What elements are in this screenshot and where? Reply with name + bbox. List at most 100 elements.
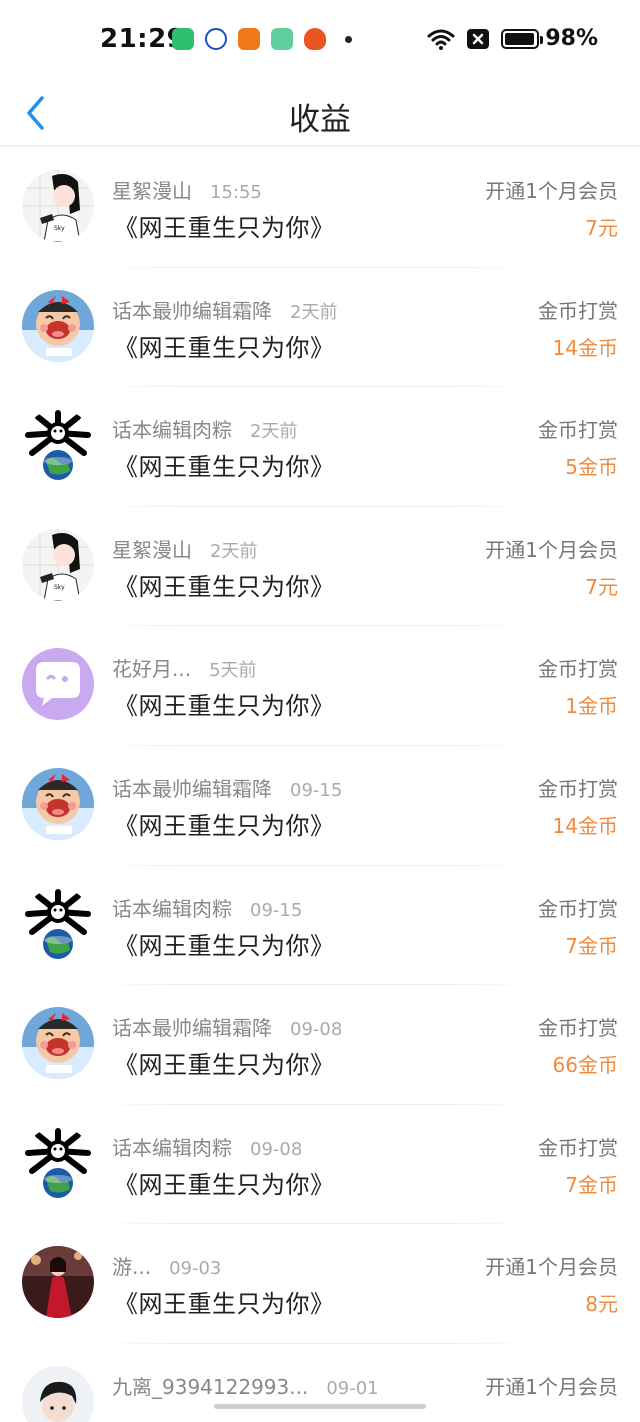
user-name[interactable]: 话本最帅编辑霜降: [112, 1012, 272, 1041]
pumpkin-app-icon: [304, 28, 326, 50]
list-item[interactable]: 游... 09-03 《网王重生只为你》 开通1个月会员 8元: [0, 1224, 640, 1344]
avatar[interactable]: Sky: [22, 528, 94, 601]
user-info: 游... 09-03: [112, 1251, 221, 1280]
user-name[interactable]: 话本最帅编辑霜降: [112, 295, 272, 324]
avatar[interactable]: [22, 1126, 94, 1199]
earning-amount: 66金币: [552, 1053, 618, 1078]
earning-type: 开通1个月会员: [485, 1255, 618, 1280]
avatar[interactable]: [22, 648, 94, 721]
avatar[interactable]: [22, 1246, 94, 1319]
earning-type: 开通1个月会员: [485, 179, 618, 203]
app-store-icon: [172, 28, 194, 50]
list-item[interactable]: 话本最帅编辑霜降 09-15 《网王重生只为你》 金币打赏 14金币: [0, 746, 640, 866]
earning-type: 金币打赏: [538, 657, 618, 682]
battery-percent: 98%: [545, 26, 598, 51]
earning-amount: 14金币: [552, 335, 618, 360]
book-title: 《网王重生只为你》: [114, 931, 335, 960]
record-time: 5天前: [209, 660, 257, 682]
book-title: 《网王重生只为你》: [114, 811, 335, 840]
avatar[interactable]: [22, 289, 94, 362]
list-item[interactable]: 话本编辑肉粽 09-15 《网王重生只为你》 金币打赏 7金币: [0, 866, 640, 986]
user-info: 话本编辑肉粽 09-08: [112, 1132, 302, 1161]
user-info: 话本最帅编辑霜降 09-15: [112, 773, 342, 802]
user-name[interactable]: 话本编辑肉粽: [112, 1132, 232, 1161]
user-name[interactable]: 星絮漫山: [112, 534, 192, 563]
user-name[interactable]: 花好月...: [112, 653, 191, 682]
record-time: 09-08: [250, 1138, 303, 1160]
book-title: 《网王重生只为你》: [114, 572, 335, 601]
earnings-list: Sky 星絮漫山 15:55 《网王重生只为你》 开通1个月会员 7元 话本最帅编辑霜降 2天…: [0, 148, 640, 1422]
system-indicators: 98%: [427, 26, 598, 51]
user-info: 话本编辑肉粽 2天前: [112, 414, 297, 443]
home-indicator[interactable]: [214, 1404, 426, 1409]
earning-type: 金币打赏: [538, 298, 618, 323]
earning-amount: 7金币: [565, 1172, 618, 1197]
record-time: 2天前: [210, 540, 258, 562]
avatar[interactable]: Sky: [22, 170, 94, 242]
user-info: 话本编辑肉粽 09-15: [112, 893, 302, 922]
record-time: 09-15: [290, 779, 343, 801]
record-time: 2天前: [290, 301, 338, 323]
book-title: 《网王重生只为你》: [114, 692, 335, 721]
user-name[interactable]: 话本编辑肉粽: [112, 893, 232, 922]
book-title: 《网王重生只为你》: [114, 333, 335, 362]
avatar[interactable]: [22, 409, 94, 482]
header-bar: 收益: [0, 80, 640, 146]
svg-text:Sky: Sky: [54, 584, 65, 591]
user-name[interactable]: 游...: [112, 1251, 151, 1280]
user-info: 星絮漫山 15:55: [112, 175, 262, 204]
list-item[interactable]: 话本编辑肉粽 2天前《网王重生只为你》 金币打赏 5金币: [0, 387, 640, 507]
avatar[interactable]: [22, 887, 94, 960]
shopping-app-icon: [238, 28, 260, 50]
book-title: 《网王重生只为你》: [114, 1170, 335, 1199]
user-info: 星絮漫山 2天前: [112, 534, 257, 563]
list-item[interactable]: 话本编辑肉粽 09-08 《网王重生只为你》 金币打赏 7金币: [0, 1105, 640, 1225]
record-time: 09-03: [169, 1258, 222, 1280]
user-name[interactable]: 星絮漫山: [112, 175, 192, 204]
earning-amount: 1金币: [565, 694, 618, 719]
earning-amount: 14金币: [552, 813, 618, 838]
avatar[interactable]: [22, 1007, 94, 1080]
wifi-icon: [427, 28, 455, 50]
user-name[interactable]: 九离_9394122993...: [112, 1371, 308, 1400]
earning-amount: 7元: [585, 216, 618, 240]
book-title: 《网王重生只为你》: [114, 453, 335, 482]
book-title: 《网王重生只为你》: [114, 214, 335, 242]
avatar[interactable]: [22, 767, 94, 840]
earning-amount: 7金币: [565, 933, 618, 958]
earning-type: 金币打赏: [538, 1016, 618, 1041]
battery-indicator: 98%: [501, 26, 598, 51]
record-time: 09-01: [326, 1377, 379, 1399]
user-name[interactable]: 话本编辑肉粽: [112, 414, 232, 443]
earning-type: 金币打赏: [538, 776, 618, 801]
earning-type: 金币打赏: [538, 896, 618, 921]
reader-app-icon: [271, 28, 293, 50]
user-info: 话本最帅编辑霜降 2天前: [112, 295, 337, 324]
battery-icon: [501, 28, 544, 49]
list-item[interactable]: 花好月... 5天前《网王重生只为你》 金币打赏 1金币: [0, 626, 640, 746]
list-item[interactable]: Sky 星絮漫山 2天前 《网王重生只为你》 开通1个月会员 7元: [0, 507, 640, 627]
notification-icons: [172, 28, 352, 50]
svg-text:Sky: Sky: [54, 225, 65, 232]
list-item[interactable]: 话本最帅编辑霜降 09-08 《网王重生只为你》 金币打赏 66金币: [0, 985, 640, 1105]
user-name[interactable]: 话本最帅编辑霜降: [112, 773, 272, 802]
earning-amount: 5金币: [565, 455, 618, 480]
earning-type: 金币打赏: [538, 418, 618, 443]
earning-amount: 8元: [585, 1292, 618, 1317]
earning-type: 金币打赏: [538, 1135, 618, 1160]
page-title: 收益: [289, 102, 351, 138]
more-notifications-dot: [345, 35, 352, 43]
bank-app-icon: [205, 28, 227, 50]
status-bar: 21:29 98%: [0, 0, 640, 80]
record-time: 2天前: [250, 421, 298, 443]
user-info: 花好月... 5天前: [112, 653, 257, 682]
list-item[interactable]: 九离_9394122993... 09-01 开通1个月会员: [0, 1344, 640, 1422]
earning-type: 开通1个月会员: [485, 537, 618, 562]
list-item[interactable]: Sky 星絮漫山 15:55 《网王重生只为你》 开通1个月会员 7元: [0, 148, 640, 268]
list-item[interactable]: 话本最帅编辑霜降 2天前《网王重生只为你》 金币打赏 14金币: [0, 268, 640, 388]
record-time: 09-08: [290, 1019, 343, 1041]
record-time: 15:55: [210, 182, 262, 203]
book-title: 《网王重生只为你》: [114, 1051, 335, 1080]
avatar[interactable]: [22, 1365, 94, 1422]
user-info: 九离_9394122993... 09-01: [112, 1371, 379, 1400]
